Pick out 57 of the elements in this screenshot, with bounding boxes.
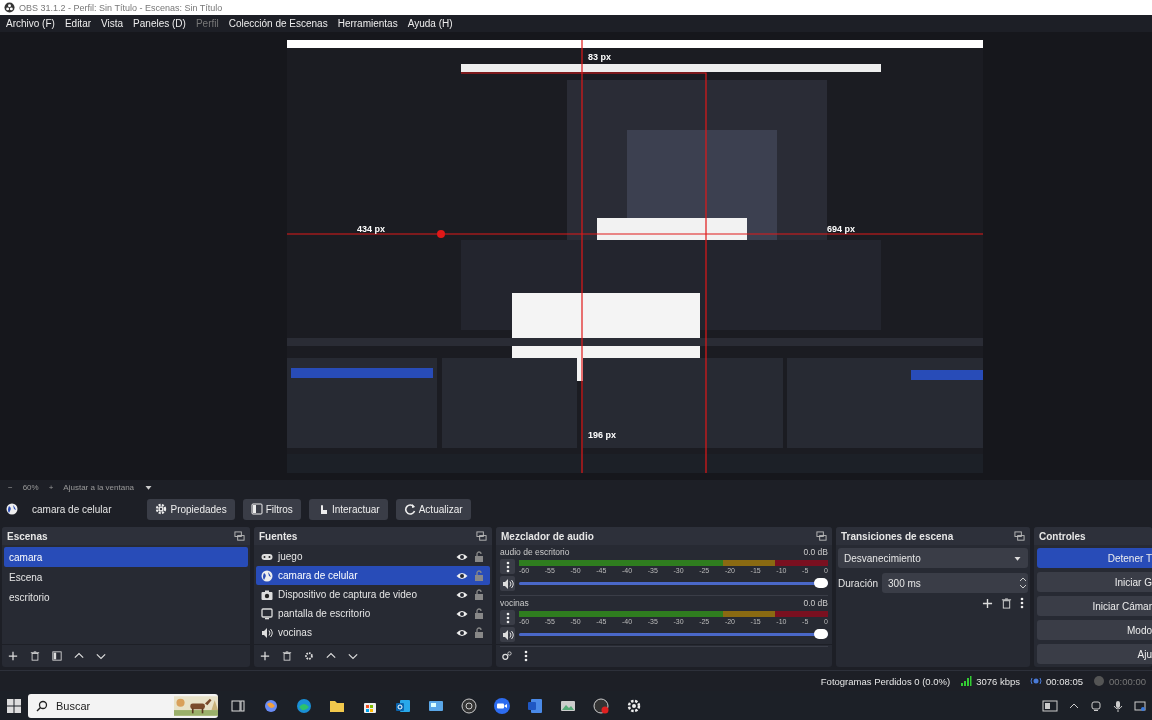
duration-field[interactable]: 300 ms bbox=[882, 573, 1028, 593]
toolbar-button[interactable]: Propiedades bbox=[147, 498, 235, 520]
scene-item[interactable]: camara bbox=[4, 547, 248, 567]
transition-dropdown[interactable]: Desvanecimiento bbox=[838, 548, 1028, 568]
panel-title: Escenas bbox=[7, 530, 48, 542]
menu-item[interactable]: Vista bbox=[97, 18, 128, 29]
panel-title: Transiciones de escena bbox=[841, 530, 954, 542]
source-name: camara de celular bbox=[278, 570, 359, 581]
dropped-frames: Fotogramas Perdidos 0 (0.0%) bbox=[820, 675, 951, 687]
volume-reading: 0.0 dB bbox=[803, 598, 828, 608]
source-item[interactable]: Dispositivo de captura de video bbox=[256, 585, 490, 604]
window-title: OBS 31.1.2 - Perfil: Sin Título - Escenas: Sin Título bbox=[19, 2, 223, 13]
search-field[interactable]: Buscar bbox=[54, 699, 168, 713]
scene-item[interactable]: Escena bbox=[4, 567, 248, 587]
menu-item[interactable]: Colección de Escenas bbox=[224, 18, 332, 29]
source-item[interactable]: vocinas bbox=[256, 623, 490, 642]
bitrate: 3076 kbps bbox=[976, 675, 1021, 687]
guide-measurement: 196 px bbox=[588, 430, 617, 440]
source-name: pantalla de escritorio bbox=[278, 608, 372, 619]
panel-title: Fuentes bbox=[259, 530, 298, 542]
search-box[interactable]: Buscar bbox=[28, 694, 218, 718]
control-button[interactable]: Iniciar Cámar bbox=[1037, 596, 1152, 616]
zoom-out-button[interactable]: − bbox=[8, 482, 13, 492]
source-item[interactable]: juego bbox=[256, 547, 490, 566]
source-item[interactable]: pantalla de escritorio bbox=[256, 604, 490, 623]
channel-name: audio de escritorio bbox=[500, 547, 570, 557]
guide-measurement: 434 px bbox=[357, 224, 386, 234]
menu-item[interactable]: Herramientas bbox=[333, 18, 402, 29]
control-button[interactable]: Aju bbox=[1037, 644, 1152, 664]
toolbar-button[interactable]: Actualizar bbox=[395, 498, 471, 520]
source-name: juego bbox=[278, 551, 304, 562]
source-name: vocinas bbox=[278, 627, 313, 638]
fit-to-window-dropdown[interactable]: Ajustar a la ventana bbox=[63, 482, 135, 492]
source-item[interactable]: camara de celular bbox=[256, 566, 490, 585]
source-name: Dispositivo de captura de video bbox=[278, 589, 418, 600]
toolbar-button[interactable]: Interactuar bbox=[308, 498, 388, 520]
menu-item[interactable]: Archivo (F) bbox=[2, 18, 59, 29]
panel-title: Mezclador de audio bbox=[501, 530, 594, 542]
control-button[interactable]: Modo bbox=[1037, 620, 1152, 640]
menu-item[interactable]: Ayuda (H) bbox=[403, 18, 457, 29]
selected-source-name: camara de celular bbox=[32, 503, 112, 515]
channel-name: vocinas bbox=[500, 598, 529, 608]
volume-reading: 0.0 dB bbox=[803, 547, 828, 557]
guide-measurement: 83 px bbox=[588, 52, 611, 62]
duration-label: Duración bbox=[838, 577, 879, 589]
control-button[interactable]: Iniciar G bbox=[1037, 572, 1152, 592]
toolbar-button[interactable]: Filtros bbox=[242, 498, 301, 520]
record-time: 00:00:00 bbox=[1109, 675, 1146, 687]
stream-time: 00:08:05 bbox=[1046, 675, 1083, 687]
menu-item[interactable]: Editar bbox=[60, 18, 96, 29]
scene-item[interactable]: escritorio bbox=[4, 587, 248, 607]
control-button[interactable]: Detener T bbox=[1037, 548, 1152, 568]
panel-title: Controles bbox=[1039, 530, 1086, 542]
guide-measurement: 694 px bbox=[827, 224, 856, 234]
zoom-in-button[interactable]: + bbox=[48, 482, 54, 492]
zoom-level: 60% bbox=[22, 482, 39, 492]
menu-item[interactable]: Paneles (D) bbox=[129, 18, 190, 29]
